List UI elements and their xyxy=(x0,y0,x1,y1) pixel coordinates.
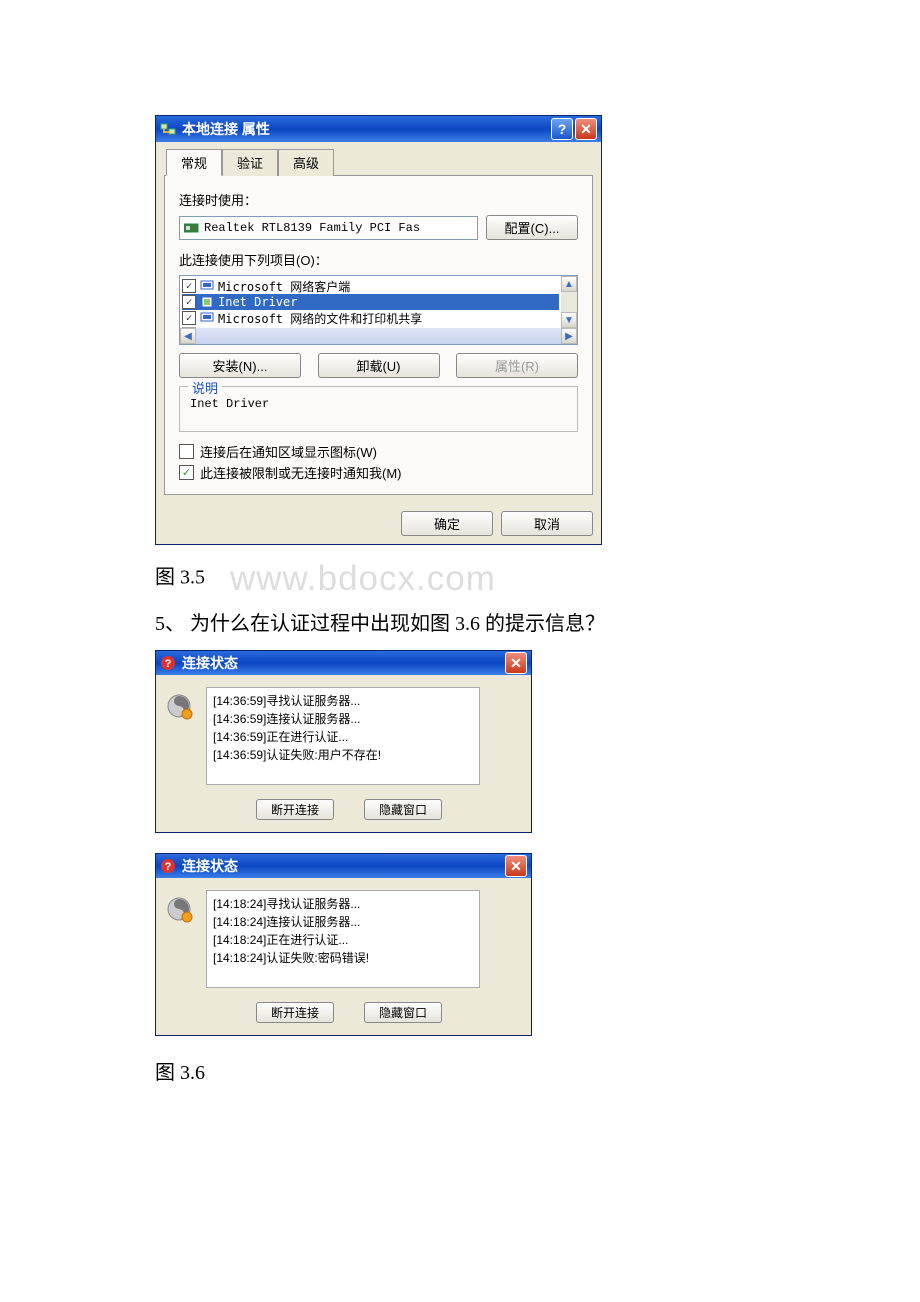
horizontal-scrollbar[interactable]: ◀ ▶ xyxy=(180,328,577,344)
tab-auth[interactable]: 验证 xyxy=(222,149,278,176)
help-icon: ? xyxy=(160,655,176,671)
checkbox[interactable]: ✓ xyxy=(182,279,196,293)
status-icon xyxy=(166,693,194,721)
network-icon xyxy=(160,121,176,137)
checkbox[interactable] xyxy=(179,444,194,459)
components-listbox[interactable]: ✓ Microsoft 网络客户端 ✓ Inet Driver ✓ Micros… xyxy=(179,275,578,345)
hide-window-button[interactable]: 隐藏窗口 xyxy=(364,799,442,820)
checkbox-label: 此连接被限制或无连接时通知我(M) xyxy=(200,463,402,482)
scroll-right-arrow[interactable]: ▶ xyxy=(561,328,577,344)
titlebar[interactable]: ? 连接状态 ✕ xyxy=(156,854,531,878)
svg-text:?: ? xyxy=(165,861,172,873)
list-item[interactable]: ✓ Inet Driver xyxy=(182,294,559,310)
connect-using-label: 连接时使用： xyxy=(179,190,578,209)
log-textbox[interactable]: [14:18:24]寻找认证服务器... [14:18:24]连接认证服务器..… xyxy=(206,890,480,988)
show-icon-checkbox-row[interactable]: 连接后在通知区域显示图标(W) xyxy=(179,442,578,461)
close-button[interactable]: ✕ xyxy=(505,855,527,877)
list-item[interactable]: ✓ Microsoft 网络客户端 xyxy=(182,278,559,294)
scroll-up-arrow[interactable]: ▲ xyxy=(561,276,577,292)
window-title: 连接状态 xyxy=(182,856,505,876)
tab-general[interactable]: 常规 xyxy=(166,149,222,176)
titlebar[interactable]: 本地连接 属性 ? ✕ xyxy=(156,116,601,142)
disconnect-button[interactable]: 断开连接 xyxy=(256,1002,334,1023)
log-line: [14:18:24]正在进行认证... xyxy=(213,931,473,949)
checkbox[interactable]: ✓ xyxy=(182,311,196,325)
uninstall-button[interactable]: 卸载(U) xyxy=(318,353,440,378)
adapter-textbox[interactable]: Realtek RTL8139 Family PCI Fas xyxy=(179,216,478,240)
question-text: 5、 为什么在认证过程中出现如图 3.6 的提示信息？ xyxy=(155,607,765,636)
log-line: [14:36:59]认证失败:用户不存在! xyxy=(213,746,473,764)
checkbox[interactable]: ✓ xyxy=(179,465,194,480)
driver-icon xyxy=(200,295,214,309)
tab-body: 连接时使用： Realtek RTL8139 Family PCI Fas 配置… xyxy=(164,175,593,495)
checkbox[interactable]: ✓ xyxy=(182,295,196,309)
list-item-label: Microsoft 网络的文件和打印机共享 xyxy=(218,310,422,327)
close-button[interactable]: ✕ xyxy=(505,652,527,674)
log-line: [14:18:24]寻找认证服务器... xyxy=(213,895,473,913)
vertical-scrollbar[interactable]: ▲ ▼ xyxy=(561,276,577,328)
log-line: [14:36:59]正在进行认证... xyxy=(213,728,473,746)
figure-caption: 图 3.6 xyxy=(155,1056,765,1085)
items-label: 此连接使用下列项目(O)： xyxy=(179,250,578,269)
svg-text:?: ? xyxy=(165,658,172,670)
disconnect-button[interactable]: 断开连接 xyxy=(256,799,334,820)
log-textbox[interactable]: [14:36:59]寻找认证服务器... [14:36:59]连接认证服务器..… xyxy=(206,687,480,785)
help-icon: ? xyxy=(160,858,176,874)
install-button[interactable]: 安装(N)... xyxy=(179,353,301,378)
figure-caption: 图 3.5 www.bdocx.com xyxy=(155,559,765,599)
cancel-button[interactable]: 取消 xyxy=(501,511,593,536)
titlebar[interactable]: ? 连接状态 ✕ xyxy=(156,651,531,675)
window-title: 连接状态 xyxy=(182,653,505,673)
list-item-label: Microsoft 网络客户端 xyxy=(218,278,350,295)
notify-checkbox-row[interactable]: ✓ 此连接被限制或无连接时通知我(M) xyxy=(179,463,578,482)
scroll-track[interactable] xyxy=(196,328,561,344)
description-legend: 说明 xyxy=(188,378,222,397)
scroll-left-arrow[interactable]: ◀ xyxy=(180,328,196,344)
client-icon xyxy=(200,279,214,293)
scroll-down-arrow[interactable]: ▼ xyxy=(561,312,577,328)
configure-button[interactable]: 配置(C)... xyxy=(486,215,578,240)
connection-status-window: ? 连接状态 ✕ [14:36:59]寻找认证服务器... [14:36:59]… xyxy=(155,650,532,833)
status-icon xyxy=(166,896,194,924)
tab-strip: 常规 验证 高级 xyxy=(156,142,601,175)
list-item-label: Inet Driver xyxy=(218,295,297,309)
help-button[interactable]: ? xyxy=(551,118,573,140)
log-line: [14:36:59]连接认证服务器... xyxy=(213,710,473,728)
log-line: [14:18:24]认证失败:密码错误! xyxy=(213,949,473,967)
ok-button[interactable]: 确定 xyxy=(401,511,493,536)
watermark: www.bdocx.com xyxy=(230,559,496,599)
log-line: [14:36:59]寻找认证服务器... xyxy=(213,692,473,710)
properties-window: 本地连接 属性 ? ✕ 常规 验证 高级 连接时使用： Realtek RTL8… xyxy=(155,115,602,545)
log-line: [14:18:24]连接认证服务器... xyxy=(213,913,473,931)
description-groupbox: 说明 Inet Driver xyxy=(179,386,578,432)
tab-advanced[interactable]: 高级 xyxy=(278,149,334,176)
close-button[interactable]: ✕ xyxy=(575,118,597,140)
properties-button: 属性(R) xyxy=(456,353,578,378)
service-icon xyxy=(200,311,214,325)
hide-window-button[interactable]: 隐藏窗口 xyxy=(364,1002,442,1023)
checkbox-label: 连接后在通知区域显示图标(W) xyxy=(200,442,377,461)
connection-status-window: ? 连接状态 ✕ [14:18:24]寻找认证服务器... [14:18:24]… xyxy=(155,853,532,1036)
adapter-name: Realtek RTL8139 Family PCI Fas xyxy=(204,221,420,235)
window-title: 本地连接 属性 xyxy=(182,119,551,139)
nic-icon xyxy=(184,222,200,234)
description-text: Inet Driver xyxy=(190,397,567,411)
list-item[interactable]: ✓ Microsoft 网络的文件和打印机共享 xyxy=(182,310,559,326)
